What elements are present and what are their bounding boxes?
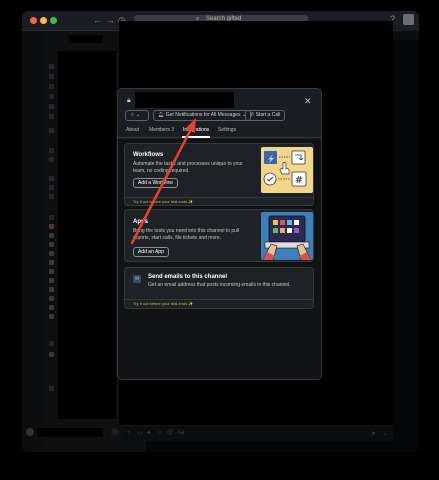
- modal-tabs: About Members 3 Integrations Settings: [118, 125, 321, 138]
- email-icon: ✉: [133, 275, 141, 283]
- zoom-window-button[interactable]: [50, 17, 57, 24]
- add-workflow-button[interactable]: Add a Workflow: [133, 178, 178, 188]
- minimize-window-button[interactable]: [40, 17, 47, 24]
- workflow-illustration: #: [261, 147, 313, 193]
- apps-illustration: [261, 212, 313, 260]
- active-tab-indicator: [182, 136, 210, 138]
- integrations-panel: Workflows Automate the tasks and process…: [118, 139, 321, 379]
- forward-arrow-icon[interactable]: →: [106, 16, 115, 25]
- tab-about[interactable]: About: [126, 127, 139, 133]
- workflows-description: Automate the tasks and processes unique …: [133, 161, 243, 174]
- start-call-label: Start a Call: [255, 112, 281, 118]
- email-card: ✉ Send emails to this channel Get an ema…: [124, 267, 314, 309]
- notifications-button[interactable]: 🔔︎ Get Notifications for All Messages ⌄: [153, 110, 252, 121]
- svg-text:#: #: [295, 175, 303, 186]
- apps-description: Bring the tools you need into this chann…: [133, 228, 240, 241]
- email-description: Get an email address that posts incoming…: [148, 282, 291, 288]
- back-arrow-icon[interactable]: ←: [93, 16, 102, 25]
- start-call-button[interactable]: ✆ Start a Call: [245, 110, 286, 121]
- workflows-title: Workflows: [133, 152, 164, 158]
- notifications-label: Get Notifications for All Messages: [165, 112, 241, 118]
- redacted-channel-name: [135, 92, 234, 108]
- workflows-trial-note[interactable]: Try it out before your trial ends ✨: [125, 197, 313, 205]
- star-button[interactable]: ☆ ⌄: [125, 110, 149, 121]
- tab-settings[interactable]: Settings: [218, 127, 236, 133]
- lock-icon: 🔒︎: [127, 97, 131, 104]
- avatar[interactable]: [403, 14, 414, 25]
- add-app-button[interactable]: Add an App: [133, 247, 169, 257]
- phone-icon: ✆: [250, 112, 255, 118]
- apps-card: Apps Bring the tools you need into this …: [124, 209, 314, 262]
- tab-integrations[interactable]: Integrations: [183, 127, 209, 133]
- tab-members[interactable]: Members 3: [149, 127, 174, 133]
- close-icon[interactable]: ✕: [304, 96, 312, 107]
- channel-details-modal: 🔒︎ ✕ ☆ ⌄ 🔔︎ Get Notifications for All Me…: [117, 88, 322, 380]
- workflow-illustration-graphic: #: [263, 150, 307, 187]
- bell-icon: 🔔︎: [158, 112, 165, 118]
- apps-illustration-graphic: [262, 215, 312, 260]
- email-trial-note[interactable]: Try it out before your trial ends ✨: [125, 299, 313, 308]
- workflows-card: Workflows Automate the tasks and process…: [124, 143, 314, 206]
- close-window-button[interactable]: [30, 17, 37, 24]
- email-title: Send emails to this channel: [148, 274, 228, 280]
- apps-title: Apps: [133, 219, 148, 225]
